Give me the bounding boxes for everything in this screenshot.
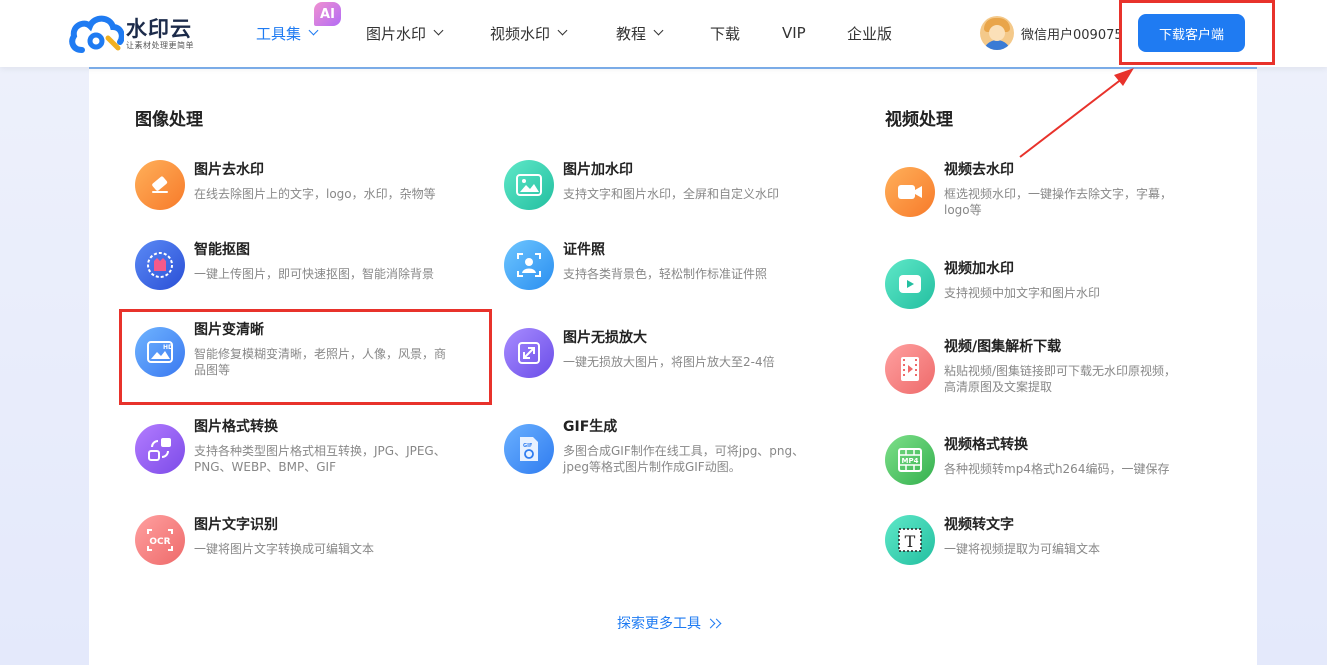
tool-desc: 框选视频水印，一键操作去除文字，字幕， logo等 [944, 184, 1172, 220]
tool-desc: 支持各种类型图片格式相互转换，JPG、JPEG、 PNG、WEBP、BMP、GI… [194, 441, 446, 477]
tool-desc: 一键将图片文字转换成可编辑文本 [194, 542, 375, 556]
mp4-icon: MP4 [885, 435, 935, 485]
tool-name: 视频/图集解析下载 [944, 339, 1062, 355]
tool-video-parse-download[interactable]: 视频/图集解析下载 粘贴视频/图集链接即可下载无水印原视频， 高清原图及文案提取 [885, 337, 1205, 397]
tool-desc: 粘贴视频/图集链接即可下载无水印原视频， 高清原图及文案提取 [944, 361, 1176, 397]
nav-download[interactable]: 下载 [710, 22, 740, 44]
tool-name: 图片去水印 [194, 162, 264, 178]
eraser-icon [135, 160, 185, 210]
brand-subtitle: 让素材处理更简单 [126, 41, 194, 50]
tool-name: 图片格式转换 [194, 419, 278, 435]
svg-text:MP4: MP4 [902, 457, 919, 465]
tool-gif-maker[interactable]: GIF GIF生成 多图合成GIF制作在线工具，可将jpg、png、 jpeg等… [504, 417, 849, 477]
video-play-icon [885, 259, 935, 309]
svg-text:T: T [905, 532, 916, 551]
tool-desc: 支持文字和图片水印，全屏和自定义水印 [563, 187, 780, 201]
tool-name: 视频转文字 [944, 517, 1014, 533]
tool-name: 智能抠图 [194, 242, 250, 258]
highlight-box [119, 309, 492, 405]
tool-desc: 一键将视频提取为可编辑文本 [944, 542, 1101, 556]
nav-enterprise[interactable]: 企业版 [847, 22, 892, 44]
tool-name: 视频格式转换 [944, 437, 1028, 453]
video-camera-icon [885, 167, 935, 217]
cutout-icon [135, 240, 185, 290]
nav-tools[interactable]: 工具集 [256, 22, 319, 44]
svg-text:OCR: OCR [149, 537, 170, 547]
tool-smart-cutout[interactable]: 智能抠图 一键上传图片，即可快速抠图，智能消除背景 [135, 240, 475, 290]
tool-name: 图片加水印 [563, 162, 633, 178]
tool-desc: 一键上传图片，即可快速抠图，智能消除背景 [194, 267, 435, 281]
tool-name: 视频加水印 [944, 261, 1014, 277]
tool-image-ocr[interactable]: OCR 图片文字识别 一键将图片文字转换成可编辑文本 [135, 515, 475, 565]
tool-name: 图片无损放大 [563, 330, 647, 346]
tool-add-video-watermark[interactable]: 视频加水印 支持视频中加文字和图片水印 [885, 259, 1205, 309]
tool-add-image-watermark[interactable]: 图片加水印 支持文字和图片水印，全屏和自定义水印 [504, 160, 844, 210]
tool-name: 图片文字识别 [194, 517, 278, 533]
cloud-logo-icon [68, 14, 125, 54]
tool-image-upscale[interactable]: 图片无损放大 一键无损放大图片，将图片放大至2-4倍 [504, 328, 844, 378]
image-section-title: 图像处理 [135, 110, 203, 130]
video-section-title: 视频处理 [885, 110, 953, 130]
nav-video-watermark-label: 视频水印 [490, 24, 551, 43]
id-photo-icon [504, 240, 554, 290]
explore-more-tools-link[interactable]: 探索更多工具 [617, 613, 722, 633]
tool-remove-image-watermark[interactable]: 图片去水印 在线去除图片上的文字，logo，水印，杂物等 [135, 160, 475, 210]
tool-video-format-convert[interactable]: MP4 视频格式转换 各种视频转mp4格式h264编码，一键保存 [885, 435, 1205, 485]
nav-tutorial-label: 教程 [616, 24, 647, 43]
chevron-down-icon [308, 25, 319, 36]
tool-desc: 一键无损放大图片，将图片放大至2-4倍 [563, 355, 775, 369]
brand-title: 水印云 [126, 17, 192, 41]
double-chevron-right-icon [705, 618, 722, 628]
format-convert-icon [135, 424, 185, 474]
tool-video-to-text[interactable]: T 视频转文字 一键将视频提取为可编辑文本 [885, 515, 1205, 565]
chevron-down-icon [433, 25, 444, 36]
chevron-down-icon [557, 25, 568, 36]
text-t-icon: T [885, 515, 935, 565]
tool-desc: 在线去除图片上的文字，logo，水印，杂物等 [194, 187, 436, 201]
nav-image-watermark-label: 图片水印 [366, 24, 427, 43]
image-frame-icon [504, 160, 554, 210]
explore-more-label: 探索更多工具 [617, 616, 701, 632]
gif-file-icon: GIF [504, 424, 554, 474]
expand-icon [504, 328, 554, 378]
chevron-down-icon [653, 25, 664, 36]
ai-badge: AI [314, 2, 341, 26]
avatar [980, 16, 1014, 50]
tool-id-photo[interactable]: 证件照 支持各类背景色，轻松制作标准证件照 [504, 240, 844, 290]
tool-image-format-convert[interactable]: 图片格式转换 支持各种类型图片格式相互转换，JPG、JPEG、 PNG、WEBP… [135, 417, 480, 477]
ocr-icon: OCR [135, 515, 185, 565]
brand-logo[interactable]: 水印云 让素材处理更简单 [68, 12, 218, 56]
tool-name: GIF生成 [563, 419, 618, 435]
tool-desc: 多图合成GIF制作在线工具，可将jpg、png、 jpeg等格式图片制作成GIF… [563, 441, 804, 477]
tool-desc: 支持各类背景色，轻松制作标准证件照 [563, 267, 768, 281]
nav-image-watermark[interactable]: 图片水印 [366, 22, 444, 44]
tool-desc: 各种视频转mp4格式h264编码，一键保存 [944, 462, 1170, 476]
nav-tutorial[interactable]: 教程 [616, 22, 664, 44]
tool-name: 证件照 [563, 242, 605, 258]
film-icon [885, 344, 935, 394]
user-profile[interactable]: 微信用户009075 [980, 16, 1139, 50]
tool-desc: 支持视频中加文字和图片水印 [944, 286, 1101, 300]
annotation-arrow [1019, 68, 1134, 158]
nav-vip[interactable]: VIP [782, 22, 806, 44]
nav-tools-label: 工具集 [256, 24, 302, 43]
svg-text:GIF: GIF [523, 443, 532, 449]
nav-video-watermark[interactable]: 视频水印 [490, 22, 568, 44]
